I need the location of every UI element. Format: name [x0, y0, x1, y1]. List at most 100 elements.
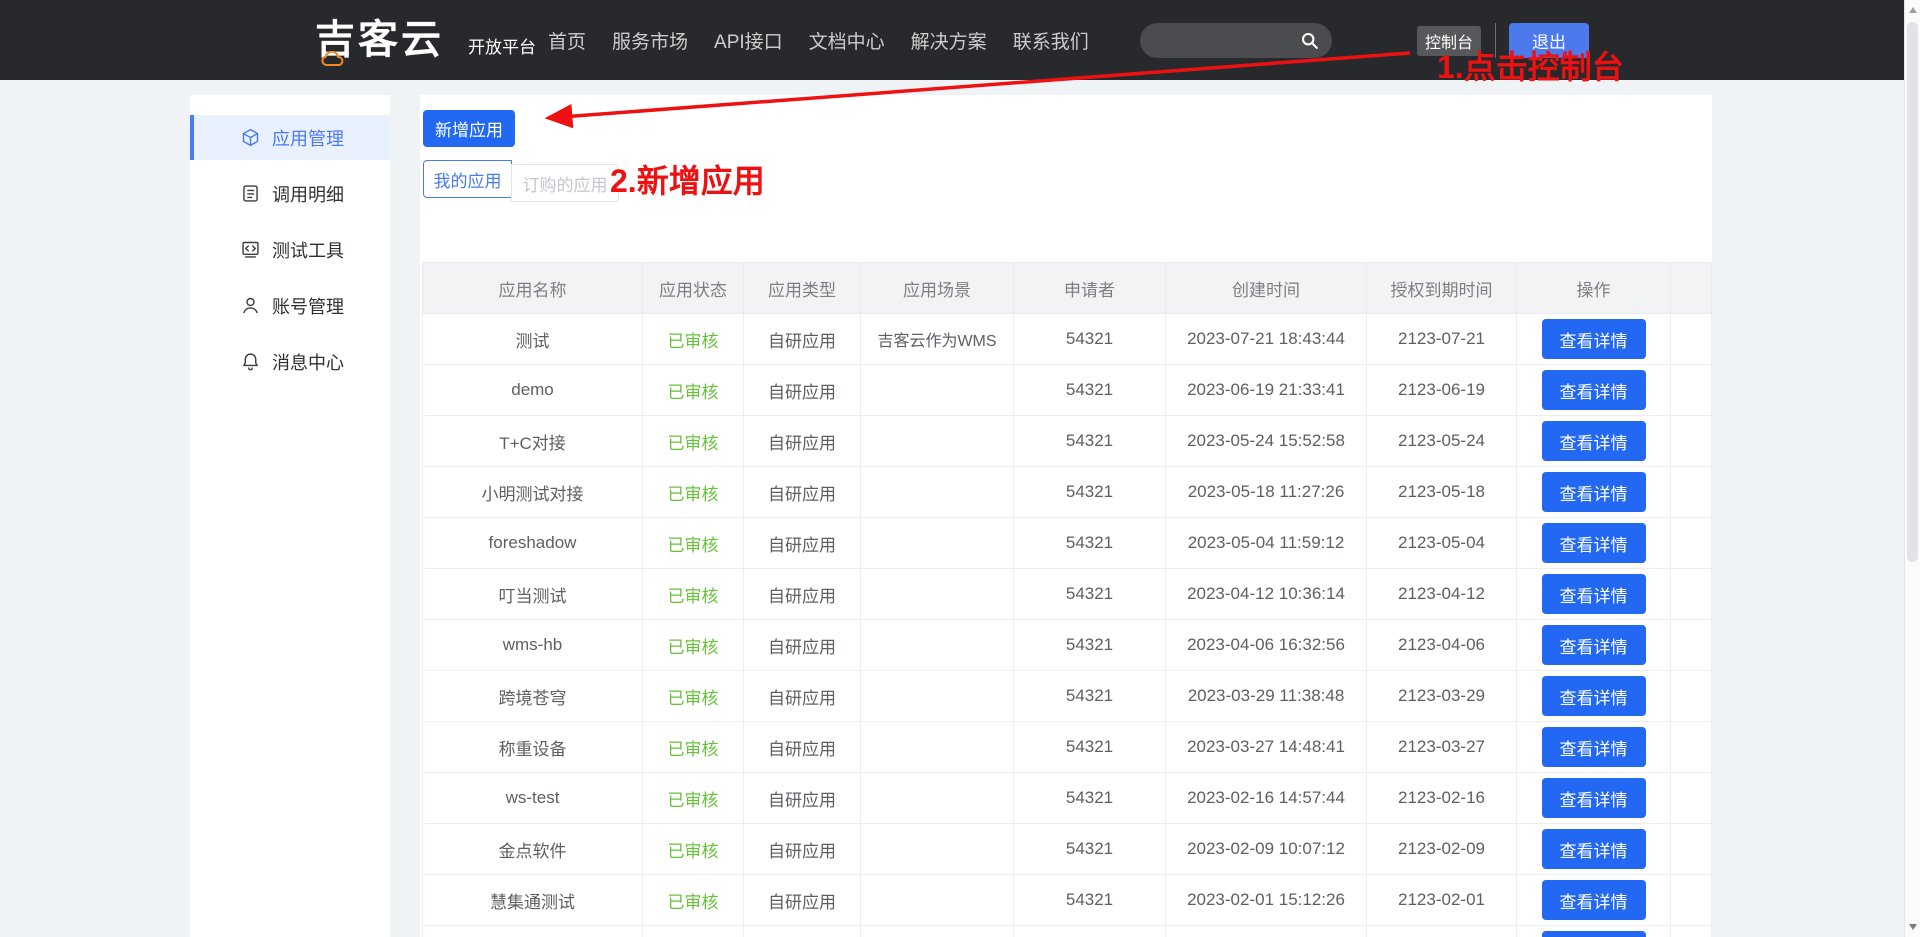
cell-actions: 查看详情	[1517, 875, 1671, 926]
cell-applicant: 54321	[1014, 773, 1166, 824]
table-row: 金点软件已审核自研应用543212023-02-09 10:07:122123-…	[423, 824, 1712, 875]
column-header-filler	[1671, 263, 1712, 314]
cell-app-name: 慧集通测试	[423, 875, 643, 926]
cell-app-type: 自研应用	[744, 875, 861, 926]
cell-app-scene	[861, 926, 1014, 937]
nav-item-1[interactable]: 服务市场	[612, 27, 688, 54]
view-details-button[interactable]: 查看详情	[1542, 727, 1646, 767]
cell-created-time: 2023-05-04 11:59:12	[1166, 518, 1367, 569]
scrollbar-down-arrow[interactable]	[1909, 924, 1917, 930]
view-details-button[interactable]: 查看详情	[1542, 421, 1646, 461]
cell-actions: 查看详情	[1517, 824, 1671, 875]
cell-applicant	[1014, 926, 1166, 937]
nav-item-5[interactable]: 联系我们	[1013, 27, 1089, 54]
add-app-button[interactable]: 新增应用	[423, 110, 515, 147]
cell-filler	[1671, 365, 1712, 416]
cell-app-type: 自研应用	[744, 467, 861, 518]
view-details-button[interactable]: 查看详情	[1542, 625, 1646, 665]
table-row: demo已审核自研应用543212023-06-19 21:33:412123-…	[423, 365, 1712, 416]
nav-item-4[interactable]: 解决方案	[911, 27, 987, 54]
tab-my-apps[interactable]: 我的应用	[423, 160, 512, 198]
app-header: 吉客云 开放平台 首页服务市场API接口文档中心解决方案联系我们 控制台 退出	[0, 0, 1904, 80]
cell-filler	[1671, 314, 1712, 365]
cell-actions: 查看详情	[1517, 314, 1671, 365]
nav-item-2[interactable]: API接口	[714, 27, 783, 54]
view-details-button[interactable]: 查看详情	[1542, 829, 1646, 869]
status-badge: 已审核	[668, 791, 719, 810]
cell-expire-time: 2123-04-06	[1367, 620, 1517, 671]
view-details-button[interactable]: 查看详情	[1542, 472, 1646, 512]
cell-app-status: 已审核	[643, 773, 744, 824]
cell-app-status: 已审核	[643, 467, 744, 518]
cell-actions: 查看详情	[1517, 722, 1671, 773]
cell-app-scene	[861, 365, 1014, 416]
nav-item-3[interactable]: 文档中心	[809, 27, 885, 54]
view-details-button[interactable]: 查看详情	[1542, 931, 1646, 937]
cell-app-name: demo	[423, 365, 643, 416]
sidebar-item-call-details[interactable]: 调用明细	[190, 171, 390, 216]
logout-button[interactable]: 退出	[1509, 23, 1589, 58]
table-row: T+C对接已审核自研应用543212023-05-24 15:52:582123…	[423, 416, 1712, 467]
scrollbar-up-arrow[interactable]	[1909, 7, 1917, 13]
cell-app-status: 已审核	[643, 314, 744, 365]
sidebar-item-message-center[interactable]: 消息中心	[190, 339, 390, 384]
cell-created-time: 2023-07-21 18:43:44	[1166, 314, 1367, 365]
sidebar-item-account-management[interactable]: 账号管理	[190, 283, 390, 328]
column-header-3: 应用场景	[861, 263, 1014, 314]
cell-app-type	[744, 926, 861, 937]
cell-expire-time: 2123-05-18	[1367, 467, 1517, 518]
cell-app-type: 自研应用	[744, 773, 861, 824]
cell-applicant: 54321	[1014, 671, 1166, 722]
cell-expire-time: 2123-05-24	[1367, 416, 1517, 467]
cell-app-scene: 吉客云作为WMS	[861, 314, 1014, 365]
cell-created-time: 2023-06-19 21:33:41	[1166, 365, 1367, 416]
cell-applicant: 54321	[1014, 314, 1166, 365]
sidebar-item-app-management[interactable]: 应用管理	[190, 115, 390, 160]
cell-app-name: ws-test	[423, 773, 643, 824]
logo-subtitle: 开放平台	[468, 8, 536, 88]
sidebar-item-label: 调用明细	[272, 181, 344, 207]
status-badge: 已审核	[668, 842, 719, 861]
sidebar-item-test-tools[interactable]: 测试工具	[190, 227, 390, 272]
table-body: 测试已审核自研应用吉客云作为WMS543212023-07-21 18:43:4…	[423, 314, 1712, 937]
cell-app-type: 自研应用	[744, 671, 861, 722]
status-badge: 已审核	[668, 485, 719, 504]
column-header-2: 应用类型	[744, 263, 861, 314]
tab-ordered-apps[interactable]: 订购的应用	[511, 164, 619, 202]
code-icon	[240, 239, 261, 260]
cell-created-time: 2023-04-06 16:32:56	[1166, 620, 1367, 671]
cell-actions: 查看详情	[1517, 416, 1671, 467]
cell-expire-time	[1367, 926, 1517, 937]
apps-table-wrap: 应用名称应用状态应用类型应用场景申请者创建时间授权到期时间操作 测试已审核自研应…	[422, 262, 1712, 937]
view-details-button[interactable]: 查看详情	[1542, 319, 1646, 359]
cell-app-status	[643, 926, 744, 937]
topbar-divider	[1495, 23, 1496, 58]
view-details-button[interactable]: 查看详情	[1542, 574, 1646, 614]
cell-app-type: 自研应用	[744, 620, 861, 671]
table-row: 称重设备已审核自研应用543212023-03-27 14:48:412123-…	[423, 722, 1712, 773]
view-details-button[interactable]: 查看详情	[1542, 880, 1646, 920]
cell-expire-time: 2123-02-01	[1367, 875, 1517, 926]
cell-filler	[1671, 722, 1712, 773]
view-details-button[interactable]: 查看详情	[1542, 523, 1646, 563]
app-tabs: 我的应用订购的应用	[423, 160, 619, 202]
cell-actions: 查看详情	[1517, 620, 1671, 671]
cell-expire-time: 2123-04-12	[1367, 569, 1517, 620]
nav-item-0[interactable]: 首页	[548, 27, 586, 54]
cell-actions: 查看详情	[1517, 518, 1671, 569]
scrollbar-thumb[interactable]	[1907, 22, 1918, 562]
cell-app-status: 已审核	[643, 620, 744, 671]
column-header-6: 授权到期时间	[1367, 263, 1517, 314]
table-row: foreshadow已审核自研应用543212023-05-04 11:59:1…	[423, 518, 1712, 569]
cell-app-status: 已审核	[643, 569, 744, 620]
view-details-button[interactable]: 查看详情	[1542, 370, 1646, 410]
view-details-button[interactable]: 查看详情	[1542, 778, 1646, 818]
console-button[interactable]: 控制台	[1417, 26, 1481, 56]
cell-filler	[1671, 620, 1712, 671]
status-badge: 已审核	[668, 893, 719, 912]
cell-applicant: 54321	[1014, 416, 1166, 467]
search-icon[interactable]	[1300, 31, 1319, 50]
cell-app-status: 已审核	[643, 824, 744, 875]
view-details-button[interactable]: 查看详情	[1542, 676, 1646, 716]
status-badge: 已审核	[668, 587, 719, 606]
